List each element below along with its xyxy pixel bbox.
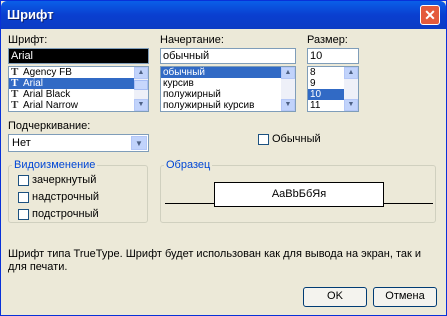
strike-checkbox[interactable]	[18, 175, 29, 186]
font-list-item[interactable]: T Arial Black	[9, 89, 148, 101]
style-list-item-label: курсив	[163, 78, 194, 89]
size-input[interactable]: 10	[307, 48, 359, 64]
style-list-scrollbar[interactable]: ▲ ▼	[281, 67, 295, 111]
style-list[interactable]: обычный курсив полужирный полужирный курсив…	[160, 66, 296, 112]
normal-checkbox-label: Обычный	[272, 133, 321, 145]
font-list-item-label: Arial	[23, 78, 44, 89]
style-list-item-label: обычный	[163, 67, 205, 78]
font-input[interactable]: Arial	[8, 48, 149, 64]
superscript-label: надстрочный	[32, 191, 99, 203]
style-list-item[interactable]: полужирный курсив	[161, 100, 295, 111]
cancel-button[interactable]: Отмена	[373, 287, 437, 307]
size-list-item-label: 9	[310, 78, 316, 89]
font-list-scrollbar[interactable]: ▲ ▼	[134, 67, 148, 111]
underline-label: Подчеркивание:	[8, 120, 91, 132]
font-list-item-label: Agency FB	[23, 67, 72, 78]
scroll-up-icon[interactable]: ▲	[134, 67, 148, 79]
font-list-item[interactable]: T Arial	[9, 78, 148, 89]
preview-group-title: Образец	[164, 159, 213, 171]
font-list-item[interactable]: T Arial Narrow	[9, 99, 148, 112]
font-list-item-label: Arial Narrow	[23, 100, 79, 111]
preview-box: AaBbБбЯя	[214, 182, 384, 207]
scroll-up-icon[interactable]: ▲	[281, 67, 295, 79]
size-list-scrollbar[interactable]: ▲ ▼	[344, 67, 358, 111]
ok-button[interactable]: OK	[303, 287, 367, 307]
style-label: Начертание:	[160, 34, 224, 46]
style-list-item-label: полужирный курсив	[163, 100, 255, 111]
subscript-checkbox[interactable]	[18, 209, 29, 220]
close-button[interactable]: ✕	[420, 5, 440, 25]
size-list-item-label: 8	[310, 67, 316, 78]
truetype-icon: T	[11, 99, 19, 111]
subscript-label: подстрочный	[32, 208, 99, 220]
size-label: Размер:	[307, 34, 348, 46]
preview-sample: AaBbБбЯя	[271, 188, 327, 200]
underline-value: Нет	[12, 137, 31, 149]
scroll-thumb[interactable]	[134, 80, 148, 90]
scroll-down-icon[interactable]: ▼	[281, 99, 295, 111]
size-list[interactable]: 8 9 10 11 ▲ ▼	[307, 66, 359, 112]
size-list-item-label: 11	[310, 100, 321, 111]
style-list-item-label: полужирный	[163, 89, 221, 100]
font-description: Шрифт типа TrueType. Шрифт будет использ…	[8, 248, 422, 273]
font-list[interactable]: T Agency FB T Arial T Arial Black T Arial Narro…	[8, 66, 149, 112]
size-list-item-label: 10	[310, 89, 322, 100]
title-bar[interactable]: Шрифт ✕	[1, 1, 446, 29]
font-list-item-label: Arial Black	[23, 89, 71, 100]
style-list-item[interactable]: полужирный	[161, 89, 295, 100]
scroll-down-icon[interactable]: ▼	[134, 99, 148, 111]
strike-label: зачеркнутый	[32, 174, 97, 186]
style-input[interactable]: обычный	[160, 48, 296, 64]
normal-checkbox[interactable]	[258, 134, 269, 145]
scroll-up-icon[interactable]: ▲	[344, 67, 358, 79]
modification-group-title: Видоизменение	[12, 159, 98, 171]
style-list-item[interactable]: курсив	[161, 78, 295, 89]
font-list-item[interactable]: T Agency FB	[9, 67, 148, 78]
scroll-down-icon[interactable]: ▼	[344, 99, 358, 111]
font-dialog: Шрифт ✕ Шрифт: Arial T Agency FB T Arial T Ar…	[0, 0, 447, 316]
superscript-checkbox[interactable]	[18, 192, 29, 203]
chevron-down-icon[interactable]: ▼	[131, 136, 147, 150]
underline-select[interactable]: Нет ▼	[8, 134, 149, 152]
font-label: Шрифт:	[8, 34, 48, 46]
window-title: Шрифт	[7, 7, 54, 22]
style-list-item[interactable]: обычный	[161, 67, 295, 78]
